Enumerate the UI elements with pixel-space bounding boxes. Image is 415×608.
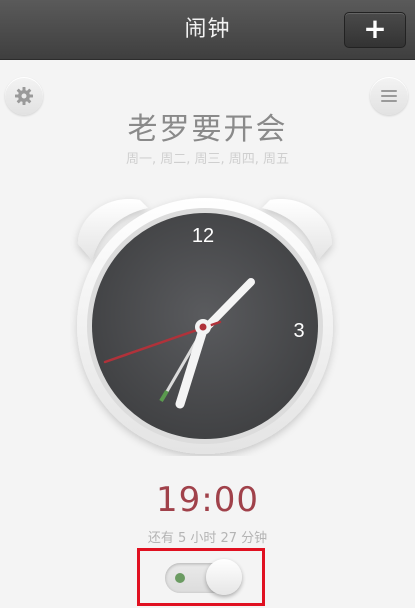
numeral-12: 12 [192, 225, 214, 247]
alarm-repeat-days: 周一, 周二, 周三, 周四, 周五 [125, 152, 290, 167]
numeral-3: 3 [293, 320, 304, 342]
plus-icon: + [363, 12, 387, 45]
add-alarm-button[interactable]: + [344, 12, 406, 48]
gear-icon [15, 87, 33, 105]
alarm-name: 老罗要开会 [127, 112, 288, 147]
time-remaining: 还有 5 小时 27 分钟 [147, 531, 268, 546]
toggle-indicator-dot [175, 573, 185, 583]
alarm-enable-toggle[interactable] [165, 559, 242, 595]
menu-icon [381, 90, 397, 102]
toggle-knob[interactable] [206, 559, 242, 595]
alarm-time: 19:00 [156, 480, 259, 520]
title-bar: 闹钟 + [0, 0, 415, 60]
alarm-clock-face[interactable]: 12 3 [70, 186, 340, 456]
toggle-highlight-box [137, 548, 265, 606]
